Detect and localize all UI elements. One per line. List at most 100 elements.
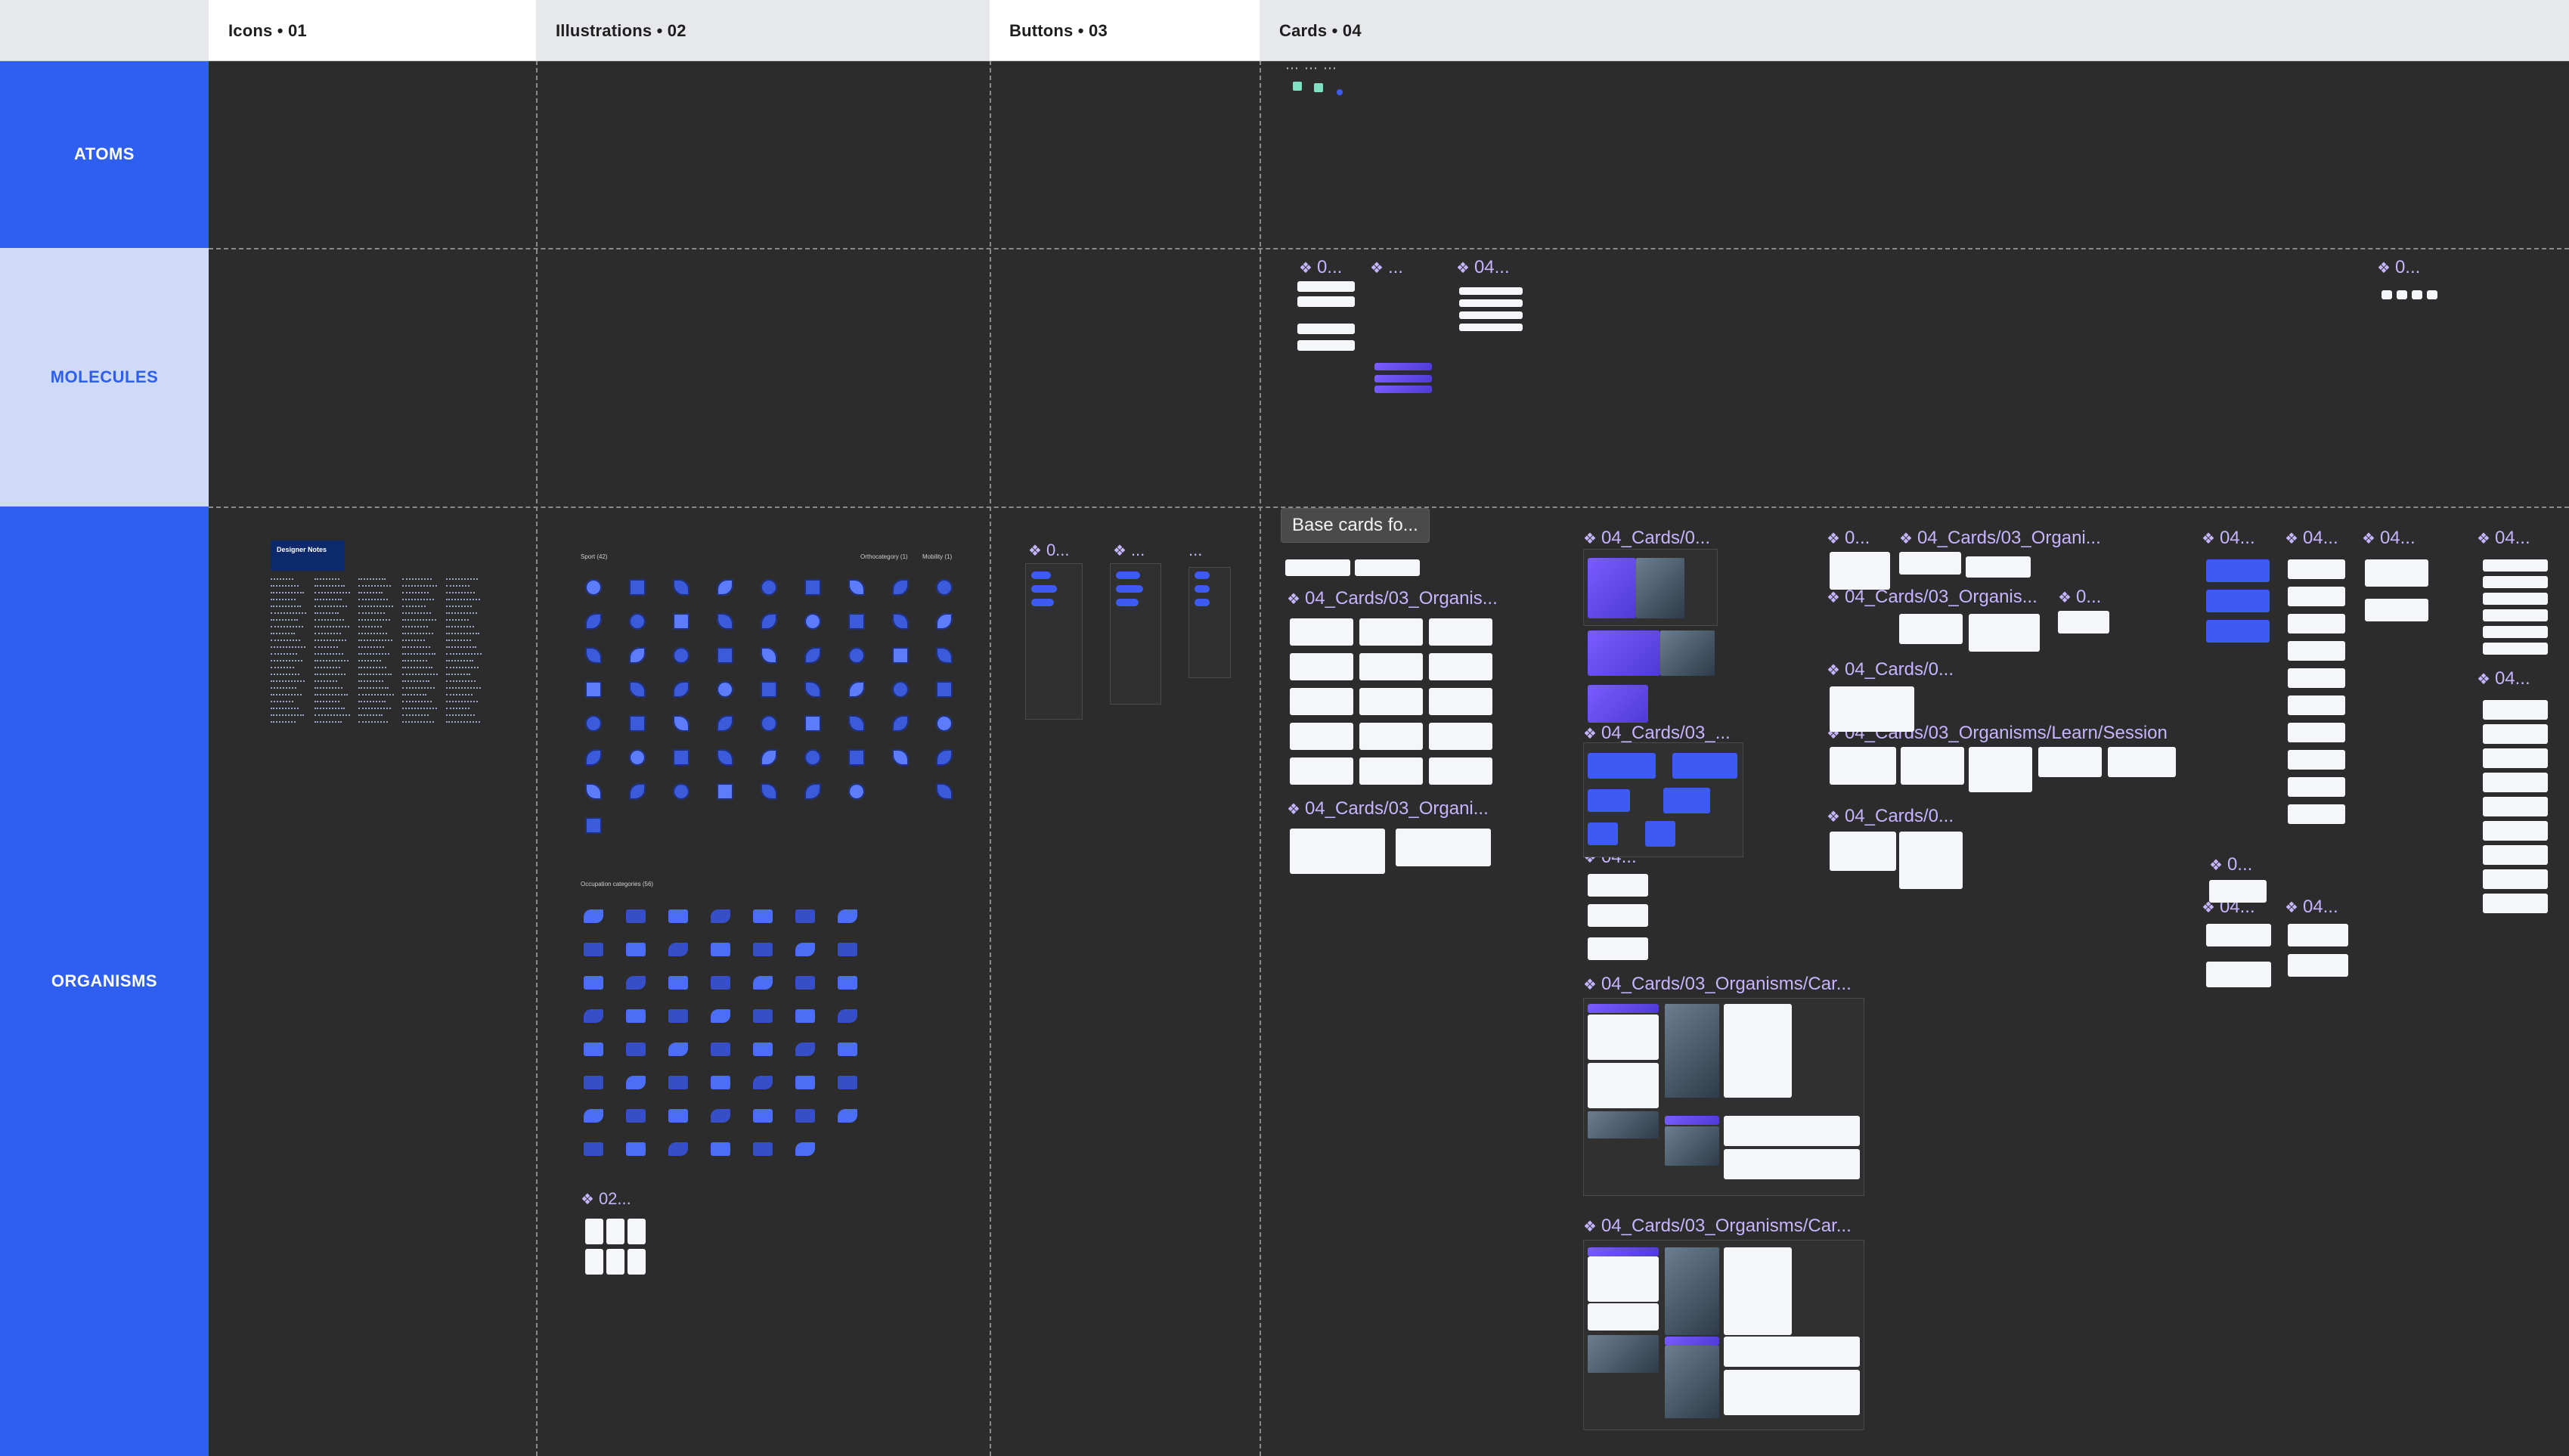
icon-glyph-row[interactable]	[271, 592, 304, 595]
icon-glyph-row[interactable]	[402, 714, 429, 717]
occupation-icon[interactable]	[623, 937, 649, 962]
icon-glyph-row[interactable]	[358, 680, 383, 683]
occupation-icon[interactable]	[792, 1103, 818, 1129]
frame-label-cards-o7[interactable]: ❖ 0...	[1827, 528, 1870, 549]
frame-label-cards-m4[interactable]: ❖ 0...	[2377, 257, 2420, 278]
illustration-icon[interactable]	[668, 779, 694, 804]
icon-glyph-row[interactable]	[315, 708, 345, 711]
occupation-icon[interactable]	[581, 1070, 606, 1095]
card-thumbnail[interactable]	[2288, 668, 2345, 688]
occupation-icon[interactable]	[792, 937, 818, 962]
card-thumbnail[interactable]	[1355, 559, 1420, 576]
icon-glyph-row[interactable]	[402, 585, 437, 588]
card-photo[interactable]	[1588, 1111, 1659, 1138]
card-thumbnail[interactable]	[1588, 1303, 1659, 1331]
card-thumbnail[interactable]	[2288, 614, 2345, 634]
icon-glyph-row[interactable]	[271, 680, 305, 683]
frame-label-cards-o25[interactable]: ❖ 04...	[2285, 897, 2338, 918]
card-blue[interactable]	[2206, 620, 2270, 643]
icon-glyph-row[interactable]	[271, 667, 294, 670]
icon-glyph-row[interactable]	[315, 599, 342, 602]
occupation-icon[interactable]	[665, 1103, 691, 1129]
card-thumbnail[interactable]	[1588, 874, 1648, 897]
icon-glyph-row[interactable]	[358, 599, 388, 602]
molecule-card[interactable]	[2412, 290, 2422, 299]
occupation-icon[interactable]	[750, 1070, 776, 1095]
occupation-icon[interactable]	[581, 1036, 606, 1062]
icon-glyph-row[interactable]	[315, 701, 339, 704]
frame-label-cards-o17[interactable]: ❖ 04_Cards/03_Organisms/Car...	[1583, 974, 1852, 995]
card-thumbnail[interactable]	[1396, 829, 1491, 866]
occupation-icon[interactable]	[750, 937, 776, 962]
icon-glyph-row[interactable]	[315, 592, 350, 595]
button-sample[interactable]	[1195, 599, 1210, 606]
illustration-icon[interactable]	[800, 711, 826, 736]
icon-glyph-row[interactable]	[402, 599, 434, 602]
card-blue[interactable]	[1645, 821, 1675, 847]
icon-glyph-row[interactable]	[402, 667, 432, 670]
card-photo[interactable]	[1665, 1346, 1719, 1418]
icon-glyph-row[interactable]	[315, 606, 347, 609]
frame-label-cards-o18[interactable]: ❖ 04_Cards/03_Organisms/Car...	[1583, 1216, 1852, 1237]
illustration-icon[interactable]	[888, 609, 913, 634]
icon-glyph-row[interactable]	[271, 701, 293, 704]
icon-glyph-row[interactable]	[315, 626, 349, 629]
illustration-icon[interactable]	[756, 643, 782, 668]
card-thumbnail[interactable]	[1429, 723, 1492, 750]
illustration-icon[interactable]	[668, 575, 694, 600]
illustration-icon[interactable]	[581, 711, 606, 736]
icon-glyph-row[interactable]	[358, 667, 386, 670]
card-thumbnail[interactable]	[1359, 723, 1423, 750]
illustration-icon[interactable]	[581, 609, 606, 634]
occupation-icon[interactable]	[835, 937, 860, 962]
icon-glyph-row[interactable]	[315, 640, 346, 643]
icon-glyph-row[interactable]	[315, 694, 348, 697]
card-thumbnail[interactable]	[2483, 797, 2548, 816]
illustration-icon[interactable]	[756, 609, 782, 634]
icon-glyph-row[interactable]	[446, 585, 469, 588]
card-thumbnail[interactable]	[2206, 924, 2271, 946]
icon-glyph-row[interactable]	[315, 714, 350, 717]
occupation-icon[interactable]	[623, 1136, 649, 1162]
icon-glyph-row[interactable]	[358, 606, 393, 609]
card-thumbnail[interactable]	[1966, 556, 2031, 578]
card-thumbnail[interactable]	[1290, 688, 1353, 715]
illustration-icon[interactable]	[624, 643, 650, 668]
molecule-card[interactable]	[1459, 311, 1523, 319]
frame-label-cards-o19[interactable]: ❖ 04...	[2202, 528, 2255, 549]
icon-glyph-row[interactable]	[271, 606, 301, 609]
icon-glyph-row[interactable]	[446, 640, 471, 643]
icon-glyph-row[interactable]	[271, 626, 303, 629]
card-thumbnail[interactable]	[2483, 821, 2548, 841]
icon-glyph-row[interactable]	[271, 694, 302, 697]
illustration-icon[interactable]	[800, 677, 826, 702]
icon-glyph-row[interactable]	[402, 701, 432, 704]
icon-glyph-row[interactable]	[358, 640, 392, 643]
illustration-icon[interactable]	[844, 677, 869, 702]
card-thumbnail[interactable]	[1588, 937, 1648, 960]
illustration-icon[interactable]	[756, 575, 782, 600]
icon-glyph-row[interactable]	[271, 687, 296, 690]
illustration-icon[interactable]	[800, 643, 826, 668]
card-blue[interactable]	[1672, 753, 1737, 779]
icon-glyph-row[interactable]	[271, 619, 298, 622]
occupation-icon[interactable]	[835, 1070, 860, 1095]
icon-glyph-row[interactable]	[358, 646, 384, 649]
icon-glyph-row[interactable]	[271, 708, 299, 711]
icon-glyph-row[interactable]	[446, 674, 470, 677]
card-thumbnail[interactable]	[2038, 747, 2102, 777]
icon-glyph-row[interactable]	[446, 714, 475, 717]
card-thumbnail[interactable]	[2288, 641, 2345, 661]
icon-glyph-row[interactable]	[446, 653, 482, 656]
card-thumbnail[interactable]	[1724, 1370, 1860, 1415]
occupation-icon[interactable]	[581, 1136, 606, 1162]
occupation-icon[interactable]	[792, 970, 818, 996]
icon-glyph-row[interactable]	[358, 619, 390, 622]
illustration-icon[interactable]	[931, 779, 957, 804]
frame-label-cards-o12[interactable]: ❖ 04_Cards/03_...	[1583, 723, 1731, 744]
card-thumbnail[interactable]	[1588, 1063, 1659, 1108]
icon-glyph-row[interactable]	[271, 674, 299, 677]
illustration-icon[interactable]	[888, 677, 913, 702]
button-sample[interactable]	[1195, 572, 1210, 579]
frame-label-buttons-2[interactable]: ❖...	[1113, 541, 1145, 560]
